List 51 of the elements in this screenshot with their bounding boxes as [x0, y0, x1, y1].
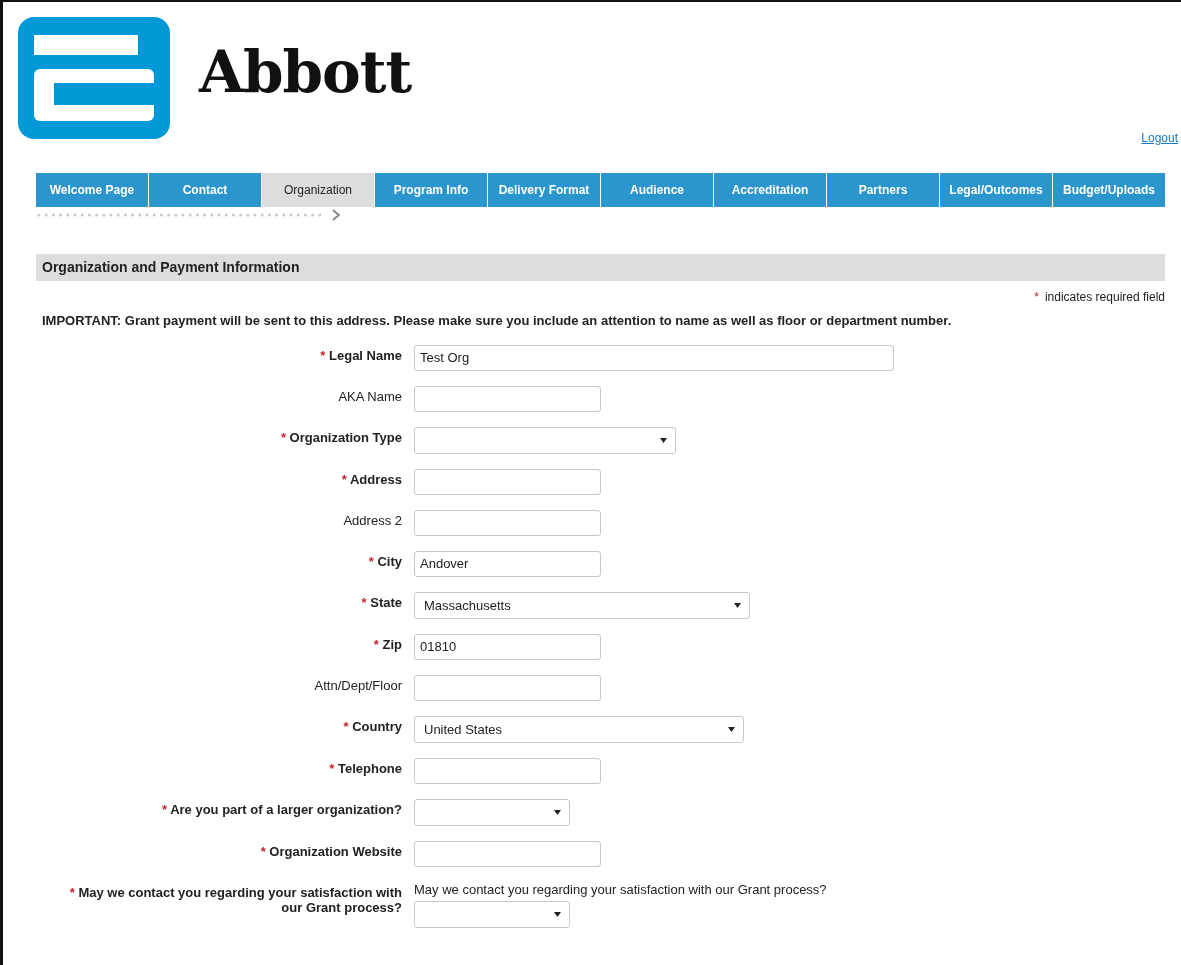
- field-label: * May we contact you regarding your satisfaction with our Grant process?: [69, 885, 402, 915]
- text-input[interactable]: [414, 675, 601, 701]
- section-header: Organization and Payment Information: [36, 254, 1165, 281]
- text-input[interactable]: [414, 758, 601, 784]
- text-input[interactable]: Andover: [414, 551, 601, 577]
- dropdown-select[interactable]: [414, 901, 570, 928]
- caret-icon: [554, 912, 561, 917]
- field-label: Attn/Dept/Floor: [314, 678, 402, 693]
- tab[interactable]: Legal/Outcomes: [940, 173, 1053, 207]
- field-label: * State: [361, 595, 402, 610]
- caret-icon: [734, 603, 741, 608]
- field-label: * Address: [341, 472, 402, 487]
- caret-icon: [554, 810, 561, 815]
- tab[interactable]: Delivery Format: [488, 173, 601, 207]
- field-label: * Country: [343, 719, 402, 734]
- field-label: * Telephone: [329, 761, 402, 776]
- text-input[interactable]: [414, 469, 601, 495]
- notice-text: IMPORTANT: Grant payment will be sent to this address. Please make sure you include an attention to name as well as floor or department number.: [42, 313, 953, 328]
- caret-icon: [728, 727, 735, 732]
- tab[interactable]: Accreditation: [714, 173, 827, 207]
- required-note: indicates required field: [1044, 290, 1165, 304]
- field-label: Address 2: [343, 513, 402, 528]
- field-label: * Organization Website: [260, 844, 402, 859]
- caret-icon: [660, 438, 667, 443]
- field-label: * Organization Type: [280, 430, 402, 445]
- logout-link[interactable]: Logout: [1141, 131, 1178, 145]
- text-input[interactable]: [414, 841, 601, 867]
- tab[interactable]: Audience: [601, 173, 714, 207]
- dropdown-select[interactable]: United States: [414, 716, 744, 743]
- dropdown-select[interactable]: [414, 799, 570, 826]
- tab[interactable]: Budget/Uploads: [1053, 173, 1165, 207]
- field-label: * City: [368, 554, 402, 569]
- tab[interactable]: Organization: [262, 173, 375, 207]
- dropdown-select[interactable]: [414, 427, 676, 454]
- field-prompt: May we contact you regarding your satisfaction with our Grant process?: [414, 882, 827, 897]
- logo-icon: [18, 17, 170, 139]
- brand-name: Abbott: [199, 38, 412, 106]
- field-label: * Zip: [373, 637, 402, 652]
- text-input[interactable]: [414, 386, 601, 412]
- tab[interactable]: Program Info: [375, 173, 488, 207]
- text-input[interactable]: 01810: [414, 634, 601, 660]
- field-label: * Are you part of a larger organization?: [161, 802, 402, 817]
- tab[interactable]: Partners: [827, 173, 940, 207]
- field-label: AKA Name: [338, 389, 402, 404]
- required-asterisk: *: [1034, 290, 1039, 304]
- tab[interactable]: Welcome Page: [36, 173, 149, 207]
- text-input[interactable]: [414, 510, 601, 536]
- tab[interactable]: Contact: [149, 173, 262, 207]
- field-label: * Legal Name: [320, 348, 402, 363]
- dropdown-select[interactable]: Massachusetts: [414, 592, 750, 619]
- text-input[interactable]: Test Org: [414, 345, 894, 371]
